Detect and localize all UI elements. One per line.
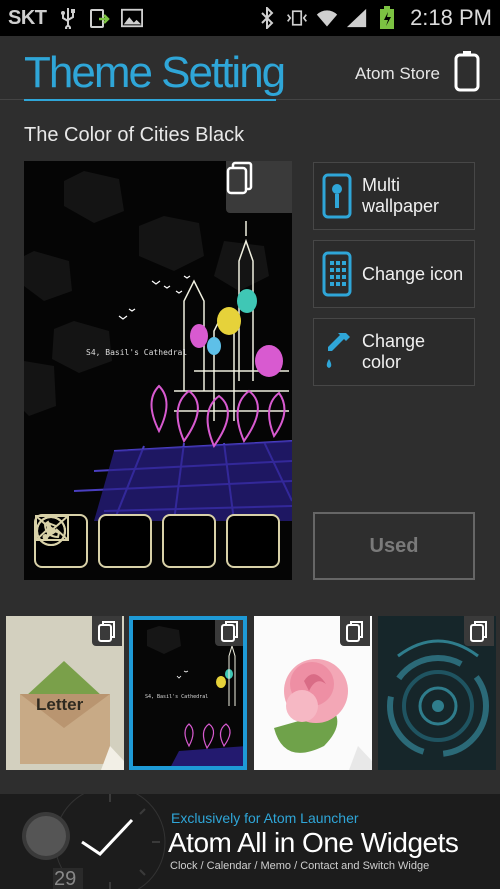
copy-icon[interactable] bbox=[464, 616, 494, 646]
change-icon-label: Change icon bbox=[362, 263, 464, 284]
dropper-icon bbox=[322, 329, 352, 375]
change-color-button[interactable]: Change color bbox=[313, 318, 475, 386]
used-button[interactable]: Used bbox=[313, 512, 475, 580]
wifi-icon bbox=[316, 7, 338, 29]
clock-widget-art bbox=[22, 794, 166, 889]
atom-store-button[interactable]: Atom Store bbox=[355, 50, 480, 97]
status-bar: SKT 2:18 PM bbox=[0, 0, 500, 36]
phone-call-icon[interactable] bbox=[36, 514, 216, 568]
page-title: Theme Setting bbox=[24, 48, 286, 97]
thumbnail-rose[interactable] bbox=[254, 616, 372, 770]
preview-caption: S4, Basil's Cathedral bbox=[86, 348, 188, 357]
thumbnail-letter[interactable]: Letter bbox=[6, 616, 124, 770]
banner-title: Atom All in One Widgets bbox=[168, 827, 459, 858]
header: Theme Setting Atom Store bbox=[0, 36, 500, 101]
phone-icon bbox=[454, 50, 480, 97]
music-icon[interactable] bbox=[36, 514, 152, 568]
image-icon bbox=[120, 7, 143, 29]
cathedral-thumb-caption: S4, Basil's Cathedral bbox=[145, 694, 209, 700]
theme-name: The Color of Cities Black bbox=[24, 124, 245, 146]
theme-preview[interactable]: S4, Basil's Cathedral bbox=[24, 161, 292, 580]
letter-label: Letter bbox=[36, 695, 84, 714]
upload-icon bbox=[89, 7, 111, 29]
wallpaper-icon bbox=[322, 173, 352, 219]
copy-icon[interactable] bbox=[215, 616, 245, 646]
multi-wallpaper-button[interactable]: Multi wallpaper bbox=[313, 162, 475, 230]
calendar-day: 29 bbox=[54, 868, 77, 889]
battery-charging-icon bbox=[376, 6, 398, 29]
clock-time: 2:18 PM bbox=[410, 5, 492, 30]
theme-thumbnails: Letter S4, Basil's Cathedral bbox=[0, 616, 500, 770]
banner-description: Clock / Calendar / Memo / Contact and Sw… bbox=[170, 860, 430, 872]
thumbnail-cities-black[interactable]: S4, Basil's Cathedral bbox=[129, 616, 247, 770]
title-underline bbox=[24, 99, 276, 101]
copy-icon[interactable] bbox=[226, 161, 292, 213]
change-icon-button[interactable]: Change icon bbox=[313, 240, 475, 308]
copy-icon[interactable] bbox=[92, 616, 122, 646]
carrier-label: SKT bbox=[8, 6, 47, 29]
signal-icon bbox=[346, 7, 368, 29]
vibrate-icon bbox=[286, 7, 308, 29]
change-color-label: Change color bbox=[362, 331, 426, 372]
multi-wallpaper-label: Multi wallpaper bbox=[362, 175, 440, 216]
bluetooth-icon bbox=[256, 7, 278, 29]
thumbnail-circles[interactable] bbox=[378, 616, 496, 770]
atom-store-label: Atom Store bbox=[354, 63, 440, 83]
banner-subtitle: Exclusively for Atom Launcher bbox=[171, 810, 359, 826]
grid-icon bbox=[322, 251, 352, 297]
ad-banner[interactable]: 29 Exclusively for Atom Launcher Atom Al… bbox=[0, 794, 500, 889]
play-icon[interactable] bbox=[36, 514, 280, 568]
dock bbox=[34, 514, 280, 568]
copy-icon[interactable] bbox=[340, 616, 370, 646]
usb-icon bbox=[57, 7, 79, 29]
